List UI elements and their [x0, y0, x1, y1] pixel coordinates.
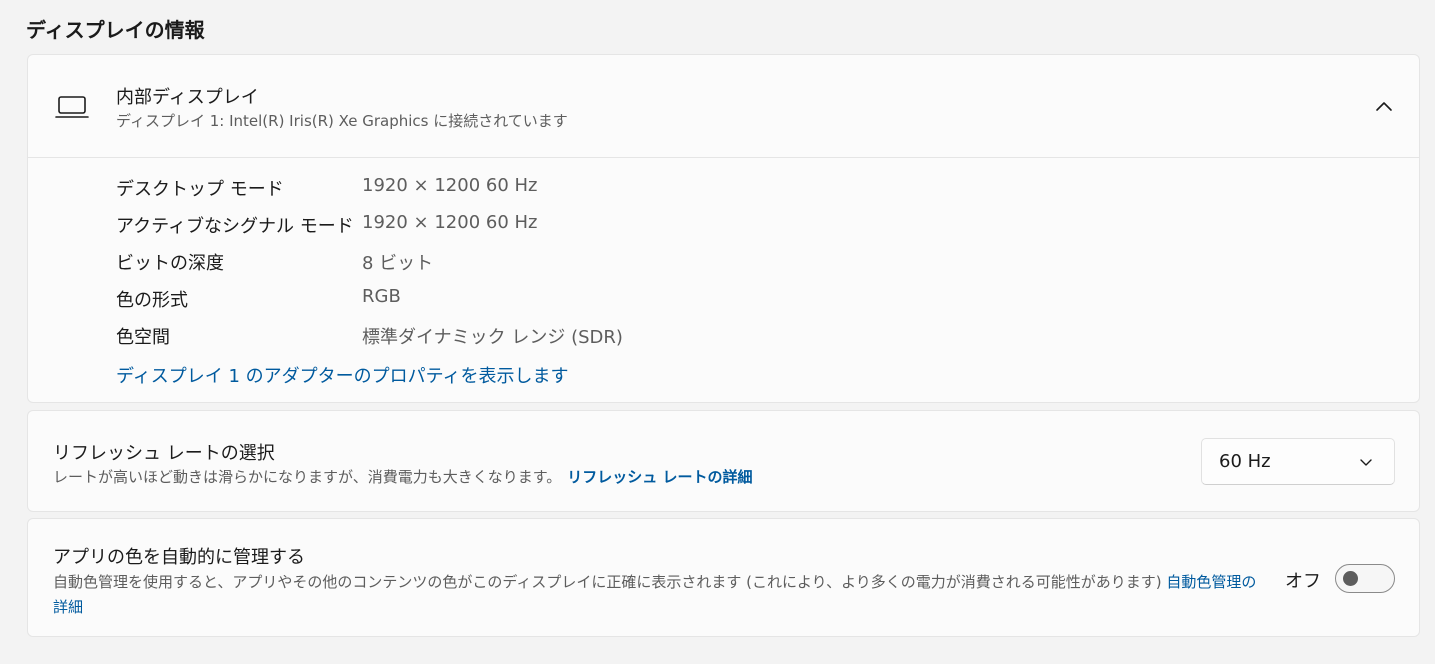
info-row-color-space: 色空間 標準ダイナミック レンジ (SDR): [116, 323, 816, 353]
refresh-rate-description: レートが高いほど動きは滑らかになりますが、消費電力も大きくなります。 リフレッシュ…: [53, 466, 752, 487]
info-value: 標準ダイナミック レンジ (SDR): [362, 327, 623, 348]
info-label: アクティブなシグナル モード: [116, 216, 354, 237]
info-label: ビットの深度: [116, 253, 224, 274]
display-name: 内部ディスプレイ: [116, 87, 259, 108]
info-value: 8 ビット: [362, 253, 434, 274]
refresh-rate-details-link[interactable]: リフレッシュ レートの詳細: [567, 468, 752, 486]
info-label: 色空間: [116, 327, 170, 348]
chevron-down-icon: [1360, 459, 1372, 466]
info-row-desktop-mode: デスクトップ モード 1920 × 1200 60 Hz: [116, 175, 816, 205]
refresh-rate-selected-value: 60 Hz: [1219, 451, 1271, 472]
auto-color-toggle[interactable]: [1335, 564, 1395, 593]
auto-color-description: 自動色管理を使用すると、アプリやその他のコンテンツの色がこのディスプレイに正確に…: [53, 570, 1263, 620]
refresh-rate-card: リフレッシュ レートの選択 レートが高いほど動きは滑らかになりますが、消費電力も…: [27, 410, 1420, 512]
toggle-knob: [1343, 571, 1358, 586]
display-header[interactable]: 内部ディスプレイ ディスプレイ 1: Intel(R) Iris(R) Xe G…: [28, 55, 1419, 158]
auto-color-description-text: 自動色管理を使用すると、アプリやその他のコンテンツの色がこのディスプレイに正確に…: [53, 573, 1162, 591]
info-value: RGB: [362, 286, 401, 307]
toggle-state-label: オフ: [1285, 571, 1321, 592]
laptop-icon: [55, 96, 89, 118]
info-row-color-format: 色の形式 RGB: [116, 286, 816, 316]
refresh-rate-dropdown[interactable]: 60 Hz: [1201, 438, 1395, 485]
info-value: 1920 × 1200 60 Hz: [362, 212, 538, 233]
internal-display-card: 内部ディスプレイ ディスプレイ 1: Intel(R) Iris(R) Xe G…: [27, 54, 1420, 403]
chevron-up-icon[interactable]: [1372, 95, 1396, 119]
refresh-rate-title: リフレッシュ レートの選択: [53, 443, 275, 464]
info-row-active-signal-mode: アクティブなシグナル モード 1920 × 1200 60 Hz: [116, 212, 816, 242]
info-row-bit-depth: ビットの深度 8 ビット: [116, 249, 816, 279]
refresh-rate-description-text: レートが高いほど動きは滑らかになりますが、消費電力も大きくなります。: [53, 468, 562, 486]
display-subtitle: ディスプレイ 1: Intel(R) Iris(R) Xe Graphics に…: [116, 112, 568, 130]
settings-page: ディスプレイの情報 内部ディスプレイ ディスプレイ 1: Intel(R) Ir…: [0, 0, 1435, 664]
auto-color-management-card: アプリの色を自動的に管理する 自動色管理を使用すると、アプリやその他のコンテンツ…: [27, 518, 1420, 637]
info-value: 1920 × 1200 60 Hz: [362, 175, 538, 196]
section-title: ディスプレイの情報: [26, 18, 205, 42]
info-label: 色の形式: [116, 290, 188, 311]
info-label: デスクトップ モード: [116, 179, 284, 200]
auto-color-title: アプリの色を自動的に管理する: [53, 547, 305, 568]
adapter-properties-link[interactable]: ディスプレイ 1 のアダプターのプロパティを表示します: [116, 362, 569, 388]
